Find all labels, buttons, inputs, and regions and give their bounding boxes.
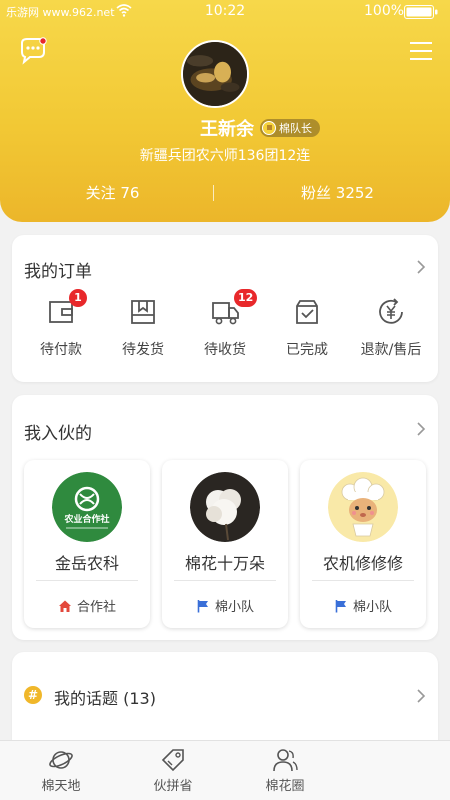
tab-label: 伙拼省	[153, 779, 193, 794]
status-bar: 乐游网 www.962.net 10:22 100%	[0, 0, 450, 24]
order-pending-receipt[interactable]: 12 待收货	[182, 289, 268, 367]
battery-icon	[404, 5, 438, 19]
tab-cotton-world[interactable]: 棉天地	[16, 747, 106, 794]
pending-payment-badge: 1	[69, 289, 87, 307]
group-tag: 合作社	[24, 596, 150, 615]
yen-refund-icon	[379, 298, 403, 324]
message-icon[interactable]	[18, 37, 48, 65]
group-name: 农机修修修	[322, 554, 403, 573]
divider	[174, 580, 276, 581]
order-label: 待付款	[40, 342, 82, 358]
planet-icon	[49, 751, 73, 769]
order-label: 已完成	[286, 342, 328, 358]
group-card[interactable]: 农业合作社 金岳农科 合作社	[24, 460, 150, 628]
package-icon	[131, 300, 155, 324]
group-name: 棉花十万朵	[184, 554, 265, 573]
coop-logo-icon: 农业合作社	[52, 472, 122, 542]
chef-mascot-icon	[328, 472, 398, 542]
name-row: 王新余 棉队长	[0, 116, 450, 140]
box-check-icon	[296, 300, 318, 324]
joined-groups-card: 我入伙的 农业合作社 金岳农科 合作社 棉花十万朵 棉小队 农机修修修 棉小队	[12, 395, 438, 640]
order-label: 待收货	[204, 342, 246, 358]
house-icon	[58, 600, 71, 612]
order-pending-payment[interactable]: 1 待付款	[18, 289, 104, 367]
divider	[36, 580, 138, 581]
order-label: 退款/售后	[360, 342, 422, 358]
coop-logo-text: 农业合作社	[64, 515, 110, 525]
tab-cotton-circle[interactable]: 棉花圈	[240, 747, 330, 794]
user-name: 王新余	[200, 119, 254, 140]
group-tag-label: 棉小队	[352, 600, 392, 615]
order-label: 待发货	[122, 342, 164, 358]
group-tag: 棉小队	[300, 596, 426, 615]
order-completed[interactable]: 已完成	[264, 297, 350, 367]
orders-title[interactable]: 我的订单	[24, 257, 92, 282]
people-icon	[273, 749, 298, 772]
group-tag: 棉小队	[162, 596, 288, 615]
order-pending-shipment[interactable]: 待发货	[100, 297, 186, 367]
user-location: 新疆兵团农六师136团12连	[139, 148, 311, 164]
tag-icon	[161, 749, 184, 772]
menu-icon[interactable]	[408, 40, 434, 62]
profile-header: 乐游网 www.962.net 10:22 100% 王新余 棉队长 新疆兵团农…	[0, 0, 450, 222]
topics-label: 我的话题 (13)	[54, 689, 156, 708]
rank-flag-icon	[262, 121, 276, 135]
joined-title[interactable]: 我入伙的	[24, 419, 92, 444]
tab-label: 棉天地	[41, 779, 81, 794]
rank-label: 棉队长	[279, 122, 312, 135]
fans-count[interactable]: 粉丝 3252	[225, 182, 450, 203]
pending-receipt-badge: 12	[234, 289, 258, 307]
group-card[interactable]: 棉花十万朵 棉小队	[162, 460, 288, 628]
tab-group-buy[interactable]: 伙拼省	[128, 747, 218, 794]
battery-percent: 100%	[364, 3, 405, 19]
divider	[312, 580, 414, 581]
rank-badge: 棉队长	[260, 119, 320, 137]
chevron-right-icon[interactable]	[416, 688, 426, 704]
bottom-tab-bar: 棉天地 伙拼省 棉花圈	[0, 740, 450, 800]
tab-label: 棉花圈	[265, 779, 305, 794]
orders-card: 我的订单 1 待付款 待发货 12 待收货 已完成 退款/售后	[12, 235, 438, 382]
group-tag-label: 棉小队	[214, 600, 254, 615]
flag-icon	[335, 599, 346, 612]
chevron-right-icon[interactable]	[416, 421, 426, 437]
cotton-photo-icon	[190, 472, 260, 542]
order-refund[interactable]: 退款/售后	[348, 297, 434, 367]
flag-icon	[197, 599, 208, 612]
stats-row: 关注 76 粉丝 3252	[0, 182, 450, 204]
stats-divider	[213, 185, 214, 201]
follow-count[interactable]: 关注 76	[0, 182, 225, 203]
hashtag-icon: #	[24, 686, 42, 704]
group-name: 金岳农科	[54, 554, 119, 573]
group-tag-label: 合作社	[76, 600, 116, 615]
group-card[interactable]: 农机修修修 棉小队	[300, 460, 426, 628]
avatar[interactable]	[181, 40, 249, 108]
chevron-right-icon[interactable]	[416, 259, 426, 275]
